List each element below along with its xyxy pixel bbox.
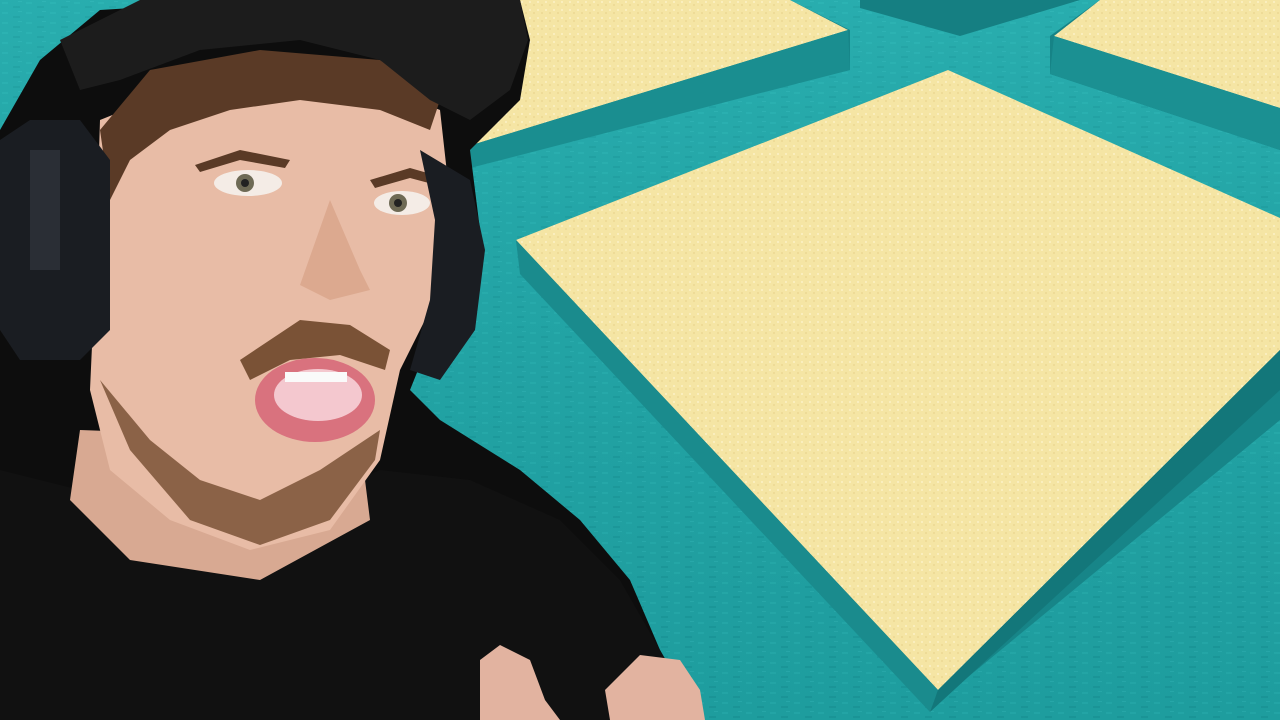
scene-canvas — [0, 0, 1280, 720]
left-eye — [214, 170, 282, 196]
game-scene — [0, 0, 1280, 720]
right-eye — [374, 191, 430, 215]
